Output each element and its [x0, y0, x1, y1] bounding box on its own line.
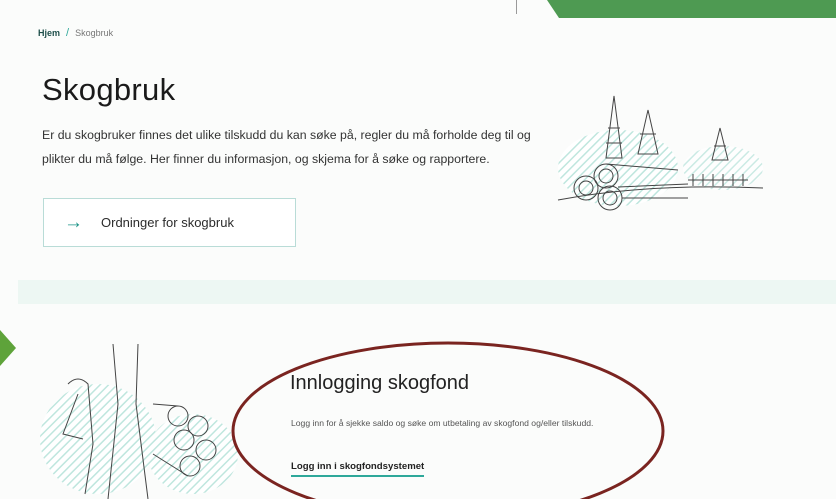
breadcrumb-home-link[interactable]: Hjem — [38, 28, 60, 38]
top-green-banner — [547, 0, 836, 18]
annotation-ellipse — [231, 341, 665, 499]
top-divider — [516, 0, 517, 14]
breadcrumb-separator: / — [66, 27, 70, 39]
section-divider-band — [18, 280, 836, 304]
green-arrow-marker — [0, 330, 16, 366]
schemes-button-label: Ordninger for skogbruk — [101, 215, 234, 230]
lumberjack-illustration — [40, 344, 238, 499]
breadcrumb-current: Skogbruk — [75, 28, 114, 38]
breadcrumb: Hjem / Skogbruk — [38, 27, 113, 39]
arrow-right-icon: → — [64, 211, 83, 233]
page-title: Skogbruk — [42, 72, 176, 107]
intro-text: Er du skogbruker finnes det ulike tilsku… — [42, 128, 531, 166]
forest-logs-illustration — [557, 95, 763, 211]
schemes-for-forestry-button[interactable]: → Ordninger for skogbruk — [43, 198, 296, 247]
